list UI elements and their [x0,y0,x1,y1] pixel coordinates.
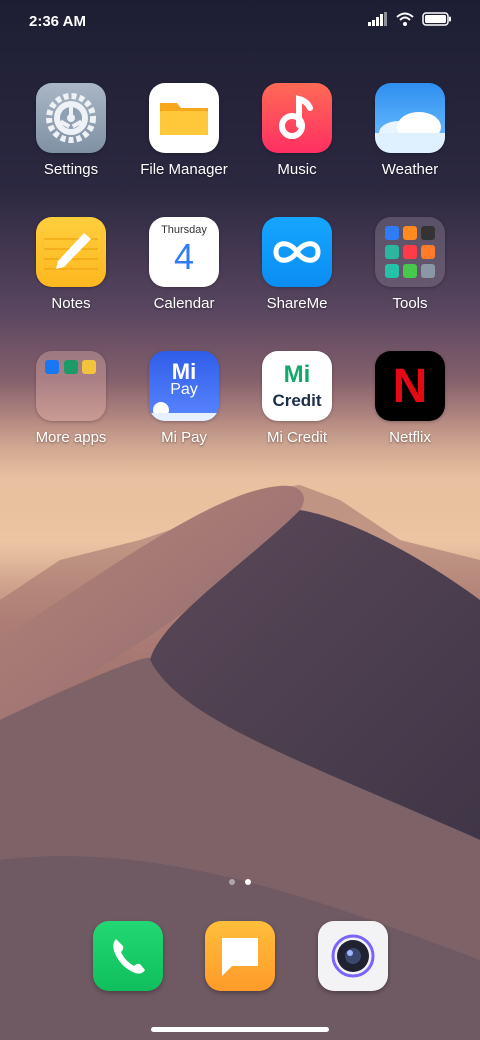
app-label: Tools [392,295,428,312]
app-label: ShareMe [266,295,328,312]
app-label: Netflix [389,429,431,446]
app-label: Calendar [153,295,215,312]
mi-pay-icon: Mi Pay [149,351,219,421]
mi-credit-icon: Mi Credit [262,351,332,421]
status-icons [368,12,452,26]
app-label: More apps [35,429,107,446]
cloud-icon [375,83,445,153]
folder-icon [149,83,219,153]
app-mi-credit[interactable]: Mi Credit Mi Credit [241,351,353,446]
app-label: Notes [51,295,91,312]
page-indicator [229,879,251,885]
folder-tools[interactable]: Tools [354,217,466,312]
app-label: Mi Pay [161,429,207,446]
messages-icon[interactable] [205,921,275,991]
app-notes[interactable]: Notes [15,217,127,312]
home-indicator[interactable] [151,1027,329,1032]
app-settings[interactable]: Settings [15,83,127,178]
settings-icon [36,83,106,153]
battery-icon [422,12,451,26]
app-label: Mi Credit [266,429,327,446]
calendar-day: Thursday [161,224,207,236]
app-calendar[interactable]: Thursday 4 Calendar [128,217,240,312]
app-music[interactable]: Music [241,83,353,178]
netflix-logo: N [392,360,428,413]
mi-credit-logo-text: Credit [272,391,322,410]
infinity-icon [262,217,332,287]
mi-credit-logo: Mi [283,361,311,388]
calendar-date: 4 [173,236,195,277]
app-label: Settings [43,161,99,178]
status-bar: 2:36 AM [0,0,480,44]
page-dot[interactable] [229,879,235,885]
signal-icon [368,12,387,26]
netflix-icon: N [375,351,445,421]
app-mi-pay[interactable]: Mi Pay Mi Pay [128,351,240,446]
app-label: Weather [381,161,439,178]
camera-icon[interactable] [318,921,388,991]
mi-pay-logo-text: Pay [170,381,198,398]
app-label: File Manager [140,161,228,178]
pencil-icon [36,217,106,287]
folder-more-apps[interactable]: More apps [15,351,127,446]
phone-icon[interactable] [93,921,163,991]
music-note-icon [262,83,332,153]
app-weather[interactable]: Weather [354,83,466,178]
app-netflix[interactable]: N Netflix [354,351,466,446]
page-dot-active[interactable] [245,879,251,885]
app-file-manager[interactable]: File Manager [128,83,240,178]
more-apps-folder-icon [36,351,106,421]
app-label: Music [277,161,317,178]
wifi-icon [396,12,414,26]
tools-folder-icon [375,217,445,287]
calendar-icon: Thursday 4 [149,217,219,287]
snow-ground [149,413,219,421]
status-time: 2:36 AM [29,13,86,30]
app-shareme[interactable]: ShareMe [241,217,353,312]
